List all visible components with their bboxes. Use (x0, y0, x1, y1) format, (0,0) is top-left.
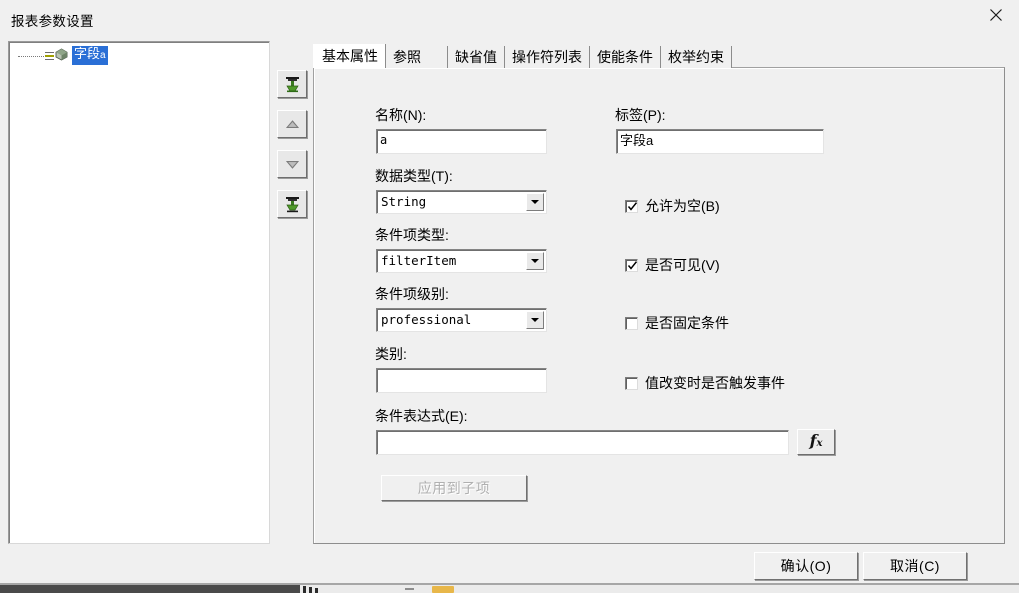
report-parameter-settings-dialog: 报表参数设置 字段a 基本属性 参照 缺省值 操作符列表 使能条件 枚举约束 名… (0, 0, 1019, 593)
folder-icon (432, 586, 454, 593)
data-type-select[interactable]: String (376, 190, 547, 214)
property-tabs: 基本属性 参照 缺省值 操作符列表 使能条件 枚举约束 名称(N): a 数据类… (313, 44, 1005, 544)
filter-item-level-select[interactable]: professional (376, 308, 547, 332)
chevron-down-icon[interactable] (526, 311, 544, 329)
tree-connector-icon (18, 56, 44, 57)
move-to-top-button[interactable] (277, 70, 307, 98)
expression-builder-button[interactable]: fx (797, 429, 835, 455)
node-icon (55, 47, 68, 64)
allow-null-label: 允许为空(B) (645, 198, 720, 214)
apply-to-children-button[interactable]: 应用到子项 (381, 475, 527, 501)
bars-icon (303, 586, 325, 593)
category-label: 类别: (375, 346, 407, 362)
condition-expression-label: 条件表达式(E): (375, 408, 468, 424)
close-button[interactable] (973, 0, 1019, 30)
checkbox-box (625, 258, 638, 272)
fixed-condition-checkbox[interactable]: 是否固定条件 (625, 315, 729, 331)
move-to-bottom-button[interactable] (277, 190, 307, 218)
tab-reference[interactable]: 参照 (386, 46, 448, 68)
tree-item-label: 字段a (72, 46, 108, 65)
data-type-label: 数据类型(T): (375, 168, 453, 184)
checkbox-box (625, 316, 638, 330)
check-icon (627, 260, 638, 270)
cancel-button[interactable]: 取消(C) (863, 552, 967, 580)
move-to-bottom-icon (284, 196, 301, 213)
filter-item-level-label: 条件项级别: (375, 286, 449, 302)
visible-label: 是否可见(V) (645, 257, 720, 273)
filter-item-type-label: 条件项类型: (375, 227, 449, 243)
checkbox-box (625, 199, 638, 213)
allow-null-checkbox[interactable]: 允许为空(B) (625, 198, 720, 214)
label-field-label: 标签(P): (615, 107, 666, 123)
label-field-input[interactable]: 字段a (616, 129, 824, 154)
name-label: 名称(N): (375, 107, 427, 123)
arrow-down-icon (284, 156, 301, 173)
tab-strip: 基本属性 参照 缺省值 操作符列表 使能条件 枚举约束 (313, 44, 732, 68)
move-up-button[interactable] (277, 110, 307, 138)
order-toolbar (277, 70, 311, 230)
checkbox-box (625, 376, 638, 390)
filter-item-type-select[interactable]: filterItem (376, 249, 547, 273)
trigger-on-change-checkbox[interactable]: 值改变时是否触发事件 (625, 375, 785, 391)
move-down-button[interactable] (277, 150, 307, 178)
category-input[interactable] (376, 368, 547, 393)
ok-button[interactable]: 确认(O) (754, 552, 858, 580)
tab-panel-basic-properties: 名称(N): a 数据类型(T): String 条件项类型: filterIt… (313, 67, 1005, 544)
page-title: 报表参数设置 (11, 14, 94, 29)
arrow-up-icon (284, 116, 301, 133)
tree-item-field-a[interactable]: 字段a (18, 46, 108, 65)
filter-item-type-value: filterItem (381, 253, 457, 268)
name-input[interactable]: a (376, 129, 547, 154)
tab-basic-properties[interactable]: 基本属性 (313, 44, 386, 68)
title-bar: 报表参数设置 (0, 0, 1019, 38)
fixed-condition-label: 是否固定条件 (645, 315, 729, 331)
close-icon (989, 8, 1003, 22)
tab-operator-list[interactable]: 操作符列表 (505, 46, 590, 68)
tab-enum-constraint[interactable]: 枚举约束 (661, 46, 732, 68)
condition-expression-input[interactable] (376, 430, 789, 455)
trigger-on-change-label: 值改变时是否触发事件 (645, 375, 785, 391)
move-to-top-icon (284, 76, 301, 93)
data-type-value: String (381, 194, 427, 209)
background-window-sliver (0, 583, 1019, 593)
tab-default-value[interactable]: 缺省值 (448, 46, 505, 68)
fx-icon: fx (809, 430, 823, 450)
visible-checkbox[interactable]: 是否可见(V) (625, 257, 720, 273)
parameter-tree[interactable]: 字段a (8, 41, 270, 544)
filter-item-level-value: professional (381, 312, 472, 327)
chevron-down-icon[interactable] (526, 252, 544, 270)
chevron-down-icon[interactable] (526, 193, 544, 211)
tree-lines-icon (45, 50, 54, 61)
tab-enable-condition[interactable]: 使能条件 (590, 46, 661, 68)
check-icon (627, 201, 638, 211)
